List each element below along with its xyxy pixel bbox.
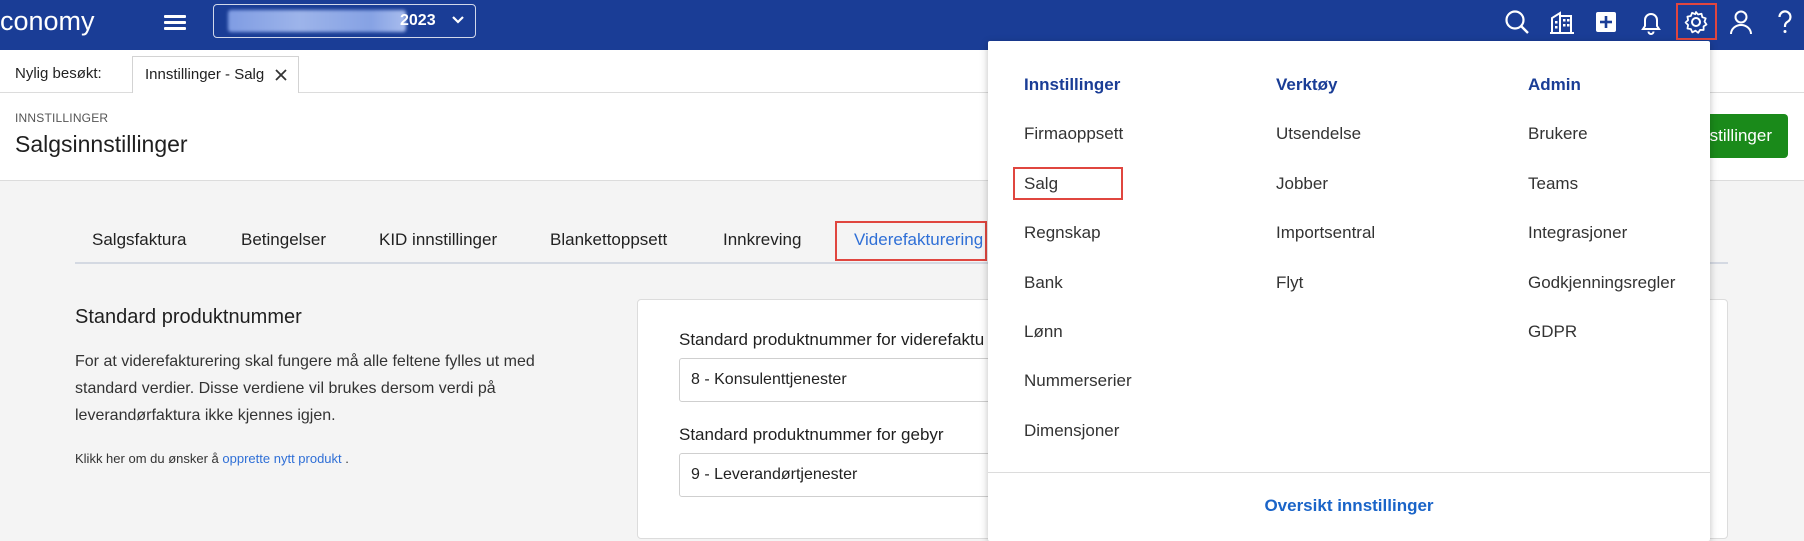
tab-innkreving[interactable]: Innkreving (723, 230, 801, 250)
tab-salgsfaktura[interactable]: Salgsfaktura (92, 230, 187, 250)
search-icon[interactable] (1502, 7, 1532, 37)
menu-item-utsendelse[interactable]: Utsendelse (1276, 124, 1361, 144)
tab-highlight-box (835, 221, 987, 261)
settings-overview-link[interactable]: Oversikt innstillinger (988, 496, 1710, 516)
create-product-hint: Klikk her om du ønsker å opprette nytt p… (75, 451, 349, 466)
recent-tab-label: Innstillinger - Salg (145, 66, 265, 83)
menu-item-gdpr[interactable]: GDPR (1528, 322, 1577, 342)
menu-item-dimensjoner[interactable]: Dimensjoner (1024, 421, 1119, 441)
gebyr-product-value: 9 - Leverandørtjenester (691, 466, 858, 483)
menu-item-flyt[interactable]: Flyt (1276, 273, 1303, 293)
app-logo[interactable]: conomy (0, 6, 95, 37)
breadcrumb[interactable]: INNSTILLINGER (15, 111, 108, 125)
menu-item-godkjenningsregler[interactable]: Godkjenningsregler (1528, 273, 1675, 293)
tab-kid-innstillinger[interactable]: KID innstillinger (379, 230, 497, 250)
menu-divider (988, 472, 1710, 473)
menu-icon[interactable] (162, 12, 188, 38)
settings-action-label: stillinger (1709, 126, 1772, 145)
hint-prefix: Klikk her om du ønsker å (75, 451, 219, 466)
menu-heading-admin: Admin (1528, 75, 1581, 94)
menu-item-firmaoppsett[interactable]: Firmaoppsett (1024, 124, 1123, 144)
chevron-down-icon (452, 16, 464, 24)
hint-suffix: . (345, 451, 349, 466)
recent-tab-innstillinger-salg[interactable]: Innstillinger - Salg (132, 56, 299, 93)
menu-item-integrasjoner[interactable]: Integrasjoner (1528, 223, 1627, 243)
add-icon[interactable] (1591, 7, 1621, 37)
recently-visited-label: Nylig besøkt: (15, 65, 102, 82)
notification-bell-icon[interactable] (1636, 7, 1666, 37)
company-building-icon[interactable] (1547, 7, 1577, 37)
page-title: Salgsinnstillinger (15, 131, 188, 157)
viderefakturering-product-value: 8 - Konsulenttjenester (691, 371, 847, 388)
settings-dropdown-menu: Innstillinger Firmaoppsett Salg Regnskap… (988, 41, 1710, 541)
section-title: Standard produktnummer (75, 306, 302, 328)
company-selector[interactable]: 2023 (213, 4, 476, 38)
menu-item-bank[interactable]: Bank (1024, 273, 1063, 293)
section-description: For at viderefakturering skal fungere må… (75, 353, 535, 424)
company-year: 2023 (400, 12, 436, 29)
tab-betingelser[interactable]: Betingelser (241, 230, 326, 250)
user-icon[interactable] (1726, 7, 1756, 37)
menu-heading-innstillinger: Innstillinger (1024, 75, 1121, 94)
menu-item-regnskap[interactable]: Regnskap (1024, 223, 1101, 243)
help-icon[interactable] (1770, 7, 1800, 37)
menu-item-nummerserier[interactable]: Nummerserier (1024, 371, 1132, 391)
close-icon[interactable] (273, 67, 289, 83)
menu-item-importsentral[interactable]: Importsentral (1276, 223, 1375, 243)
settings-highlight-box (1676, 3, 1717, 40)
menu-heading-verktoy: Verktøy (1276, 75, 1338, 94)
menu-item-lonn[interactable]: Lønn (1024, 322, 1063, 342)
menu-item-brukere[interactable]: Brukere (1528, 124, 1588, 144)
create-product-link[interactable]: opprette nytt produkt (222, 451, 341, 466)
field-label-gebyr: Standard produktnummer for gebyr (679, 425, 944, 444)
tab-blankettoppsett[interactable]: Blankettoppsett (550, 230, 667, 250)
field-label-viderefakturering: Standard produktnummer for viderefaktu (679, 330, 985, 349)
menu-item-teams[interactable]: Teams (1528, 174, 1578, 194)
menu-item-jobber[interactable]: Jobber (1276, 174, 1328, 194)
company-name-redacted (228, 10, 406, 32)
salg-highlight-box (1013, 167, 1123, 200)
